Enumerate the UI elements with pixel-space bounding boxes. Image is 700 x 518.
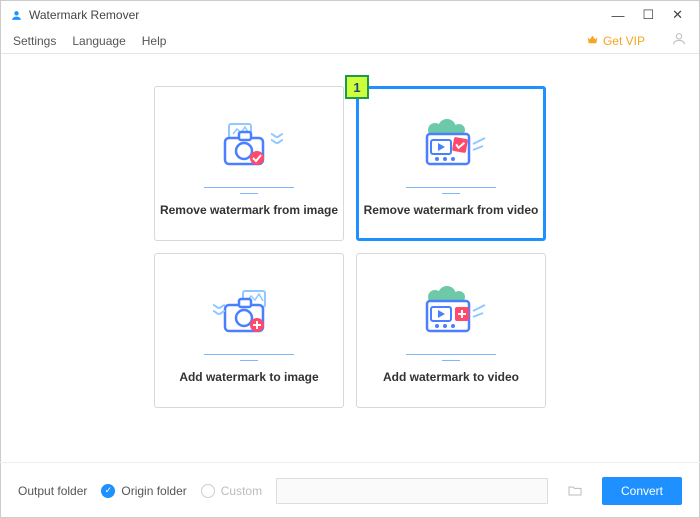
action-grid: Remove watermark from image 1	[154, 86, 546, 408]
footer: Output folder Origin folder Custom Conve…	[0, 462, 700, 518]
folder-icon	[567, 483, 583, 499]
get-vip-button[interactable]: Get VIP	[586, 33, 645, 49]
menubar: Settings Language Help Get VIP	[1, 29, 699, 53]
close-button[interactable]: ✕	[672, 7, 683, 23]
radio-origin-folder[interactable]: Origin folder	[101, 484, 186, 498]
card-label: Remove watermark from video	[364, 203, 539, 217]
card-add-watermark-video[interactable]: Add watermark to video	[356, 253, 546, 408]
radio-unchecked-icon	[201, 484, 215, 498]
output-folder-label: Output folder	[18, 484, 87, 498]
video-add-icon	[396, 278, 506, 348]
get-vip-label: Get VIP	[603, 34, 645, 48]
radio-custom-folder[interactable]: Custom	[201, 484, 262, 498]
card-remove-watermark-image[interactable]: Remove watermark from image	[154, 86, 344, 241]
minimize-button[interactable]: —	[611, 8, 624, 23]
menu-language[interactable]: Language	[72, 34, 125, 48]
video-remove-icon	[396, 111, 506, 181]
app-icon	[9, 8, 23, 22]
browse-folder-button[interactable]	[562, 478, 588, 504]
app-title: Watermark Remover	[29, 8, 611, 22]
radio-label: Origin folder	[121, 484, 186, 498]
radio-label: Custom	[221, 484, 262, 498]
user-icon[interactable]	[671, 31, 687, 51]
convert-button[interactable]: Convert	[602, 477, 682, 505]
camera-remove-icon	[194, 111, 304, 181]
card-add-watermark-image[interactable]: Add watermark to image	[154, 253, 344, 408]
divider-deco	[396, 187, 506, 189]
window-controls: — ☐ ✕	[611, 7, 691, 23]
titlebar: Watermark Remover — ☐ ✕	[1, 1, 699, 29]
camera-add-icon	[194, 278, 304, 348]
maximize-button[interactable]: ☐	[642, 7, 654, 23]
divider-deco	[194, 187, 304, 189]
menu-help[interactable]: Help	[142, 34, 167, 48]
divider-deco	[396, 354, 506, 356]
menu-settings[interactable]: Settings	[13, 34, 56, 48]
main-content: Remove watermark from image 1	[1, 54, 699, 408]
card-remove-watermark-video[interactable]: 1 Remove watermark from video	[356, 86, 546, 241]
radio-checked-icon	[101, 484, 115, 498]
card-label: Add watermark to video	[383, 370, 519, 384]
custom-path-input[interactable]	[276, 478, 548, 504]
crown-icon	[586, 33, 599, 49]
card-label: Add watermark to image	[179, 370, 318, 384]
divider-deco	[194, 354, 304, 356]
annotation-step-1: 1	[345, 75, 369, 99]
card-label: Remove watermark from image	[160, 203, 338, 217]
